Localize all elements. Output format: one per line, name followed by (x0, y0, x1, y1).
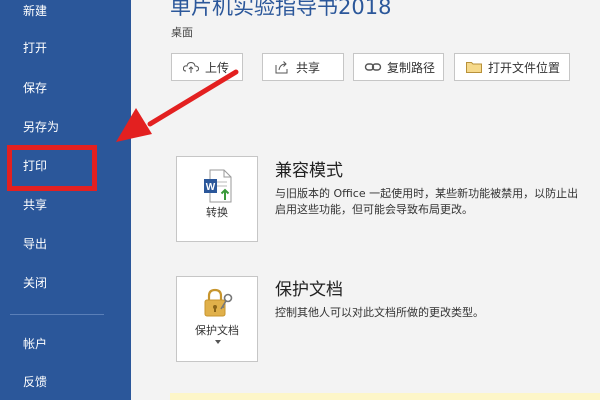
upload-label: 上传 (205, 60, 230, 75)
compat-mode-title: 兼容模式 (275, 161, 343, 181)
backstage-view: 新建 打开 保存 另存为 打印 共享 导出 关闭 帐户 反馈 单片机实验指导书2… (0, 0, 600, 400)
sidebar-item-new[interactable]: 新建 (23, 3, 47, 19)
open-file-location-label: 打开文件位置 (488, 60, 561, 75)
open-file-location-button[interactable]: 打开文件位置 (454, 53, 570, 81)
backstage-sidebar: 新建 打开 保存 另存为 打印 共享 导出 关闭 帐户 反馈 (0, 0, 131, 400)
sidebar-divider (10, 314, 104, 315)
sidebar-item-close[interactable]: 关闭 (23, 275, 47, 291)
upload-button[interactable]: 上传 (171, 53, 243, 81)
sidebar-item-account[interactable]: 帐户 (23, 336, 47, 352)
info-banner-strip (170, 393, 600, 400)
convert-button[interactable]: W 转换 (176, 156, 258, 242)
folder-icon (466, 62, 482, 73)
protect-document-button[interactable]: 保护文档 (176, 276, 258, 362)
document-path: 桌面 (171, 26, 193, 39)
compat-mode-desc-line2: 启用这些功能，但可能会导致布局更改。 (275, 203, 473, 216)
share-icon (275, 61, 288, 74)
lock-key-icon (204, 288, 233, 317)
protect-document-label: 保护文档 (195, 324, 239, 337)
sidebar-item-save[interactable]: 保存 (23, 80, 47, 96)
link-icon (364, 63, 382, 71)
chevron-down-icon (215, 340, 221, 344)
sidebar-item-save-as[interactable]: 另存为 (23, 119, 59, 135)
sidebar-item-export[interactable]: 导出 (23, 236, 47, 252)
svg-text:W: W (206, 182, 216, 193)
sidebar-item-share[interactable]: 共享 (23, 197, 47, 213)
share-button[interactable]: 共享 (262, 53, 344, 81)
sidebar-item-open[interactable]: 打开 (23, 40, 47, 56)
document-title: 单片机实验指导书2018 (170, 0, 392, 19)
cloud-upload-icon (182, 61, 200, 73)
share-label: 共享 (296, 60, 321, 75)
copy-path-label: 复制路径 (387, 60, 436, 75)
protect-document-title: 保护文档 (275, 280, 343, 300)
compat-mode-desc-line1: 与旧版本的 Office 一起使用时，某些新功能被禁用，以防止出 (275, 187, 579, 200)
protect-document-desc: 控制其他人可以对此文档所做的更改类型。 (275, 306, 484, 319)
convert-label: 转换 (206, 206, 228, 219)
copy-path-button[interactable]: 复制路径 (353, 53, 444, 81)
word-convert-icon: W (204, 169, 232, 203)
sidebar-item-feedback[interactable]: 反馈 (23, 374, 47, 390)
sidebar-item-print[interactable]: 打印 (23, 158, 47, 174)
